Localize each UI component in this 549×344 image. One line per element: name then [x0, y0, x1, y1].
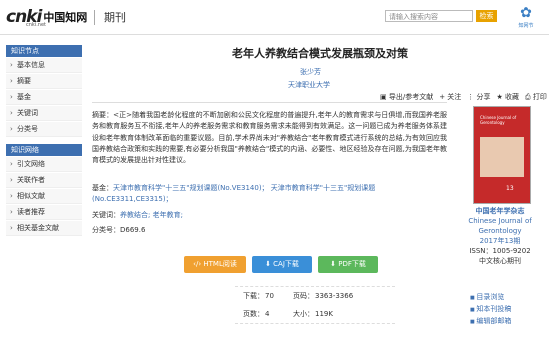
search-button[interactable]: 检索 — [476, 10, 497, 22]
sidebar-item-citation-network[interactable]: 引文网络 — [6, 157, 82, 172]
download-icon: ⬇ — [330, 260, 336, 268]
toolbar-divider — [92, 102, 447, 103]
journal-en-name[interactable]: Chinese Journal of Gerontology — [460, 216, 540, 236]
sidebar-group-knowledge-node: 知识节点 — [6, 45, 82, 57]
journal-issue[interactable]: 2017年13期 — [460, 236, 540, 246]
cnki-logo[interactable]: cnki 中国知网 cnki.net — [6, 6, 87, 28]
sidebar-item-basic-info[interactable]: 基本信息 — [6, 58, 82, 73]
sidebar-group-knowledge-network: 知识网络 — [6, 144, 82, 156]
page-count-label: 页数： — [243, 310, 264, 318]
caj-label: CAJ下载 — [273, 260, 299, 268]
class-label: 分类号： — [92, 226, 120, 234]
section-title: 期刊 — [104, 11, 126, 24]
html-read-button[interactable]: ‹/› HTML阅读 — [184, 256, 246, 273]
sidebar-item-similar-docs[interactable]: 相似文献 — [6, 189, 82, 204]
journal-name[interactable]: 中国老年学杂志 — [460, 206, 540, 216]
header-divider — [94, 10, 95, 25]
pages-value: 3363-3366 — [315, 292, 354, 300]
top-header: cnki 中国知网 cnki.net 期刊 请输入搜索内容 检索 ✿ 知网节 — [0, 0, 549, 35]
sidebar-item-reader-recommend[interactable]: 读者推荐 — [6, 205, 82, 220]
downloads-value: 70 — [265, 292, 274, 300]
sidebar-item-related-authors[interactable]: 关联作者 — [6, 173, 82, 188]
favorite-label: 收藏 — [505, 93, 520, 101]
download-icon: ⬇ — [265, 260, 271, 268]
downloads-label: 下载： — [243, 292, 264, 300]
institution-link[interactable]: 天津职业大学 — [288, 80, 330, 90]
stats-row-1: 下载： 70 页码： 3363-3366 — [235, 287, 395, 305]
toc-link[interactable]: 目录浏览 — [470, 292, 511, 304]
flower-icon: ✿ — [520, 5, 532, 21]
page-count-value: 4 — [265, 310, 270, 318]
follow-label: 关注 — [447, 93, 462, 101]
sidebar-item-fund[interactable]: 基金 — [6, 90, 82, 105]
keywords: 关键词：养教结合; 老年教育; — [92, 210, 183, 220]
journal-core: 中文核心期刊 — [479, 257, 521, 265]
html-label: HTML阅读 — [203, 260, 237, 268]
follow-button[interactable]: + 关注 — [439, 92, 461, 102]
journal-cover[interactable]: Chinese Journal of Gerontology 13 — [473, 106, 531, 204]
sidebar-item-related-fund-docs[interactable]: 相关基金文献 — [6, 221, 82, 236]
logo-cn: 中国知网 — [43, 10, 88, 24]
zhiwangjie-logo: ✿ 知网节 — [508, 4, 544, 32]
pdf-download-button[interactable]: ⬇ PDF下载 — [318, 256, 378, 273]
print-button[interactable]: ⎙ 打印 — [525, 92, 547, 102]
sidebar-item-classification[interactable]: 分类号 — [6, 122, 82, 137]
sidebar-item-abstract[interactable]: 摘要 — [6, 74, 82, 89]
abstract-text: <正>随着我国老龄化程度的不断加剧和公民文化程度的普遍提升,老年人的教育需求与日… — [92, 111, 447, 165]
fund-label: 基金： — [92, 184, 113, 192]
abstract-label: 摘要： — [92, 111, 114, 119]
keyword-label: 关键词： — [92, 211, 120, 219]
author-link[interactable]: 张少芳 — [300, 67, 321, 77]
size-label: 大小： — [293, 310, 314, 318]
class-code: D669.6 — [120, 226, 146, 234]
export-label: 导出/参考文献 — [388, 93, 434, 101]
favorite-button[interactable]: ★ 收藏 — [497, 92, 520, 102]
submit-link[interactable]: 知本刊投稿 — [470, 304, 511, 316]
classification: 分类号：D669.6 — [92, 225, 145, 235]
journal-issn: ISSN：1005-9202 — [469, 247, 531, 255]
editor-email-link[interactable]: 编辑部邮箱 — [470, 316, 511, 328]
stats-row-2: 页数： 4 大小： 119K — [235, 305, 395, 323]
logo-url: cnki.net — [26, 22, 46, 28]
article-toolbar: ▣ 导出/参考文献 + 关注 ⋮ 分享 ★ 收藏 ⎙ 打印 — [380, 92, 547, 102]
pdf-label: PDF下载 — [338, 260, 366, 268]
export-button[interactable]: ▣ 导出/参考文献 — [380, 92, 433, 102]
article-title: 老年人养教结合模式发展瓶颈及对策 — [232, 47, 408, 60]
search-input[interactable]: 请输入搜索内容 — [385, 10, 473, 22]
cover-issue: 13 — [506, 185, 514, 192]
fund-info: 基金：天津市教育科学"十三五"规划课题(No.VE3140)； 天津市教育科学"… — [92, 183, 447, 206]
keyword-links[interactable]: 养教结合; 老年教育; — [120, 211, 183, 219]
share-button[interactable]: ⋮ 分享 — [467, 92, 490, 102]
cover-title: Chinese Journal of Gerontology — [480, 115, 517, 125]
brand-text: 知网节 — [518, 23, 534, 29]
print-label: 打印 — [532, 93, 547, 101]
size-value: 119K — [315, 310, 333, 318]
journal-info: 中国老年学杂志 Chinese Journal of Gerontology 2… — [460, 206, 540, 266]
pages-label: 页码： — [293, 292, 314, 300]
abstract: 摘要：<正>随着我国老龄化程度的不断加剧和公民文化程度的普遍提升,老年人的教育需… — [92, 110, 447, 166]
journal-links: 目录浏览 知本刊投稿 编辑部邮箱 — [470, 292, 511, 328]
caj-download-button[interactable]: ⬇ CAJ下载 — [252, 256, 312, 273]
share-label: 分享 — [476, 93, 491, 101]
article-stats: 下载： 70 页码： 3363-3366 页数： 4 大小： 119K — [235, 286, 395, 324]
sidebar-item-keywords[interactable]: 关键词 — [6, 106, 82, 121]
fund-links[interactable]: 天津市教育科学"十三五"规划课题(No.VE3140)； 天津市教育科学"十三五… — [92, 184, 375, 203]
code-icon: ‹/› — [193, 260, 202, 268]
cover-image — [480, 137, 524, 177]
